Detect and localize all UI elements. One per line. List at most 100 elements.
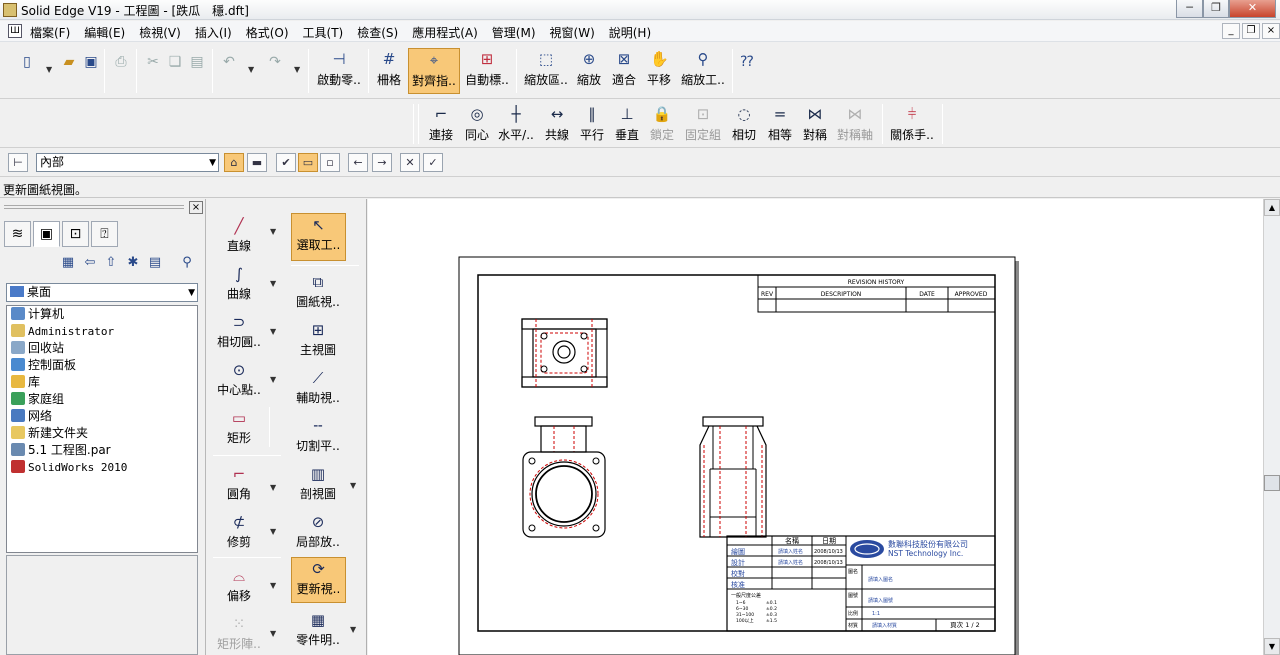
view-mode-icon[interactable]: ▦ <box>58 253 78 273</box>
tree-item[interactable]: 库 <box>7 374 197 391</box>
print-icon[interactable]: ⎙ <box>112 53 130 71</box>
tree-item[interactable]: 新建文件夹 <box>7 425 197 442</box>
cutting-plane-tool[interactable]: ╌ 切割平.. <box>291 415 345 459</box>
tangent-arc-tool[interactable]: ⊃ 相切圓.. <box>212 311 266 355</box>
connect-button[interactable]: ⌐ 連接 <box>425 104 457 144</box>
cancel-icon[interactable]: ✕ <box>400 153 420 172</box>
tree-item[interactable]: 网络 <box>7 408 197 425</box>
doc-minimize-button[interactable]: _ <box>1222 23 1240 39</box>
undo-icon[interactable]: ↶ <box>220 53 238 71</box>
concentric-button[interactable]: ◎ 同心 <box>461 104 493 144</box>
fill-style-icon[interactable]: ⌂ <box>224 153 244 172</box>
doc-close-button[interactable]: × <box>1262 23 1280 39</box>
principal-view-tool[interactable]: ⊞ 主視圖 <box>291 319 345 363</box>
tree-item[interactable]: Administrator <box>7 323 197 340</box>
fillet-dropdown-icon[interactable]: ▼ <box>270 483 276 492</box>
offset-tool[interactable]: ⌓ 偏移 <box>212 565 266 609</box>
menu-insert[interactable]: 插入(I) <box>195 24 232 41</box>
redo-dropdown-icon[interactable]: ▼ <box>294 65 300 74</box>
tree-item[interactable]: 家庭组 <box>7 391 197 408</box>
rectangle-tool[interactable]: ▭ 矩形 <box>212 407 266 451</box>
tab-library[interactable]: ▣ <box>33 221 60 247</box>
tab-layers[interactable]: ≋ <box>4 221 31 247</box>
curve-dropdown-icon[interactable]: ▼ <box>270 279 276 288</box>
update-view-tool[interactable]: ⟳ 更新視.. <box>291 557 346 603</box>
tree-item[interactable]: 计算机 <box>7 306 197 323</box>
restore-button[interactable]: ❐ <box>1203 0 1229 18</box>
details-view-icon[interactable]: ▤ <box>145 253 165 273</box>
menu-applications[interactable]: 應用程式(A) <box>412 24 478 41</box>
open-folder-icon[interactable]: ▰ <box>60 53 78 71</box>
tangent-button[interactable]: ◌ 相切 <box>728 104 760 144</box>
zoom-area-button[interactable]: ⬚ 縮放區.. <box>522 48 570 94</box>
auxiliary-view-tool[interactable]: ⟋ 輔助視.. <box>291 367 345 411</box>
fillet-tool[interactable]: ⌐ 圓角 <box>212 463 266 507</box>
tree-item[interactable]: 回收站 <box>7 340 197 357</box>
rigid-set-button[interactable]: ⊡ 固定組 <box>683 104 723 144</box>
scroll-down-icon[interactable]: ▼ <box>1264 638 1280 655</box>
grid-button[interactable]: # 柵格 <box>373 48 405 94</box>
save-icon[interactable]: ▣ <box>82 53 100 71</box>
zoom-tool-button[interactable]: ⚲ 縮放工.. <box>678 48 728 94</box>
auto-dimension-button[interactable]: ⊞ 自動標.. <box>463 48 511 94</box>
detail-view-tool[interactable]: ⊘ 局部放.. <box>291 511 345 555</box>
symmetry-axis-button[interactable]: ⋈ 對稱軸 <box>834 104 876 144</box>
perpendicular-button[interactable]: ⊥ 垂直 <box>611 104 643 144</box>
menu-file[interactable]: 檔案(F) <box>30 24 70 41</box>
array-dropdown-icon[interactable]: ▼ <box>270 629 276 638</box>
menu-manage[interactable]: 管理(M) <box>492 24 536 41</box>
search-icon[interactable]: ⚲ <box>177 253 197 273</box>
new-dropdown-icon[interactable]: ▼ <box>46 65 52 74</box>
curve-tool[interactable]: ∫ 曲線 <box>212 263 266 307</box>
forward-arrow-icon[interactable]: → <box>372 153 392 172</box>
section-view-tool[interactable]: ▥ 剖視圖 <box>291 463 345 507</box>
menu-edit[interactable]: 編輯(E) <box>84 24 125 41</box>
minimize-button[interactable]: ─ <box>1176 0 1203 18</box>
undo-dropdown-icon[interactable]: ▼ <box>248 65 254 74</box>
doc-restore-button[interactable]: ❐ <box>1242 23 1260 39</box>
tab-properties[interactable]: ⍰ <box>91 221 118 247</box>
new-file-icon[interactable]: ▯ <box>18 53 36 71</box>
document-icon[interactable]: Ш <box>8 24 22 38</box>
select-all-icon[interactable]: ▫ <box>320 153 340 172</box>
menu-inspect[interactable]: 檢查(S) <box>357 24 398 41</box>
select-tool[interactable]: ↖ 選取工.. <box>291 213 346 261</box>
copy-icon[interactable]: ❏ <box>166 53 184 71</box>
tree-item[interactable]: SolidWorks 2010 <box>7 459 197 476</box>
drawing-canvas[interactable]: REVISION HISTORY REV DESCRIPTION DATE AP… <box>368 199 1263 655</box>
align-indicator-button[interactable]: ⌖ 對齊指.. <box>408 48 460 94</box>
line-dropdown-icon[interactable]: ▼ <box>270 227 276 236</box>
zoom-button[interactable]: ⊕ 縮放 <box>574 48 604 94</box>
collinear-button[interactable]: ↔ 共線 <box>541 104 573 144</box>
menu-window[interactable]: 視窗(W) <box>550 24 595 41</box>
close-panel-icon[interactable]: × <box>189 201 203 214</box>
back-icon[interactable]: ⇦ <box>80 253 100 273</box>
trim-tool[interactable]: ⊄ 修剪 <box>212 511 266 555</box>
offset-dropdown-icon[interactable]: ▼ <box>270 581 276 590</box>
menu-tools[interactable]: 工具(T) <box>303 24 344 41</box>
horizontal-vertical-button[interactable]: ┼ 水平/.. <box>496 104 536 144</box>
parts-list-tool[interactable]: ▦ 零件明.. <box>291 609 345 653</box>
paint-style-icon[interactable]: ▬ <box>247 153 267 172</box>
tree-item[interactable]: 控制面板 <box>7 357 197 374</box>
symmetric-button[interactable]: ⋈ 對稱 <box>799 104 831 144</box>
select-box-icon[interactable]: ▭ <box>298 153 318 172</box>
start-part-button[interactable]: ⊣ 啟動零.. <box>314 48 364 94</box>
parallel-button[interactable]: ∥ 平行 <box>576 104 608 144</box>
arc-dropdown-icon[interactable]: ▼ <box>270 327 276 336</box>
trim-dropdown-icon[interactable]: ▼ <box>270 527 276 536</box>
panel-grip[interactable] <box>4 205 184 209</box>
cut-icon[interactable]: ✂ <box>144 53 162 71</box>
menu-view[interactable]: 檢視(V) <box>139 24 181 41</box>
lock-button[interactable]: 🔒 鎖定 <box>646 104 678 144</box>
rect-array-tool[interactable]: ⁙ 矩形陣.. <box>212 613 266 655</box>
equal-button[interactable]: = 相等 <box>764 104 796 144</box>
drawing-view-tool[interactable]: ⧉ 圖紙視.. <box>291 271 345 315</box>
accept-icon[interactable]: ✓ <box>423 153 443 172</box>
up-folder-icon[interactable]: ⇧ <box>101 253 121 273</box>
menu-format[interactable]: 格式(O) <box>246 24 289 41</box>
menu-help[interactable]: 說明(H) <box>609 24 651 41</box>
scroll-up-icon[interactable]: ▲ <box>1264 199 1280 216</box>
back-arrow-icon[interactable]: ← <box>348 153 368 172</box>
vertical-scrollbar[interactable]: ▲ ▼ <box>1263 199 1280 655</box>
